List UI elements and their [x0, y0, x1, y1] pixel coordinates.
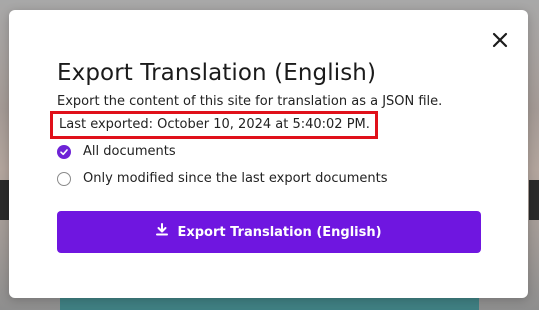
option-modified-documents[interactable]: Only modified since the last export docu… — [57, 171, 388, 186]
option-label: All documents — [83, 144, 176, 159]
export-translation-button[interactable]: Export Translation (English) — [57, 211, 481, 253]
download-icon — [156, 222, 169, 240]
option-all-documents[interactable]: All documents — [57, 144, 176, 159]
option-label: Only modified since the last export docu… — [83, 171, 388, 186]
export-button-label: Export Translation (English) — [177, 224, 382, 240]
background-element — [529, 180, 539, 220]
dialog-description: Export the content of this site for tran… — [57, 94, 443, 109]
dialog-title: Export Translation (English) — [57, 60, 377, 86]
export-translation-dialog: Export Translation (English) Export the … — [9, 10, 528, 298]
last-exported-text: Last exported: October 10, 2024 at 5:40:… — [50, 111, 378, 139]
radio-unchecked-icon[interactable] — [57, 171, 71, 186]
radio-checked-icon[interactable] — [57, 144, 71, 159]
close-button[interactable] — [490, 30, 510, 50]
close-icon[interactable] — [490, 30, 510, 50]
background-element — [60, 298, 479, 310]
